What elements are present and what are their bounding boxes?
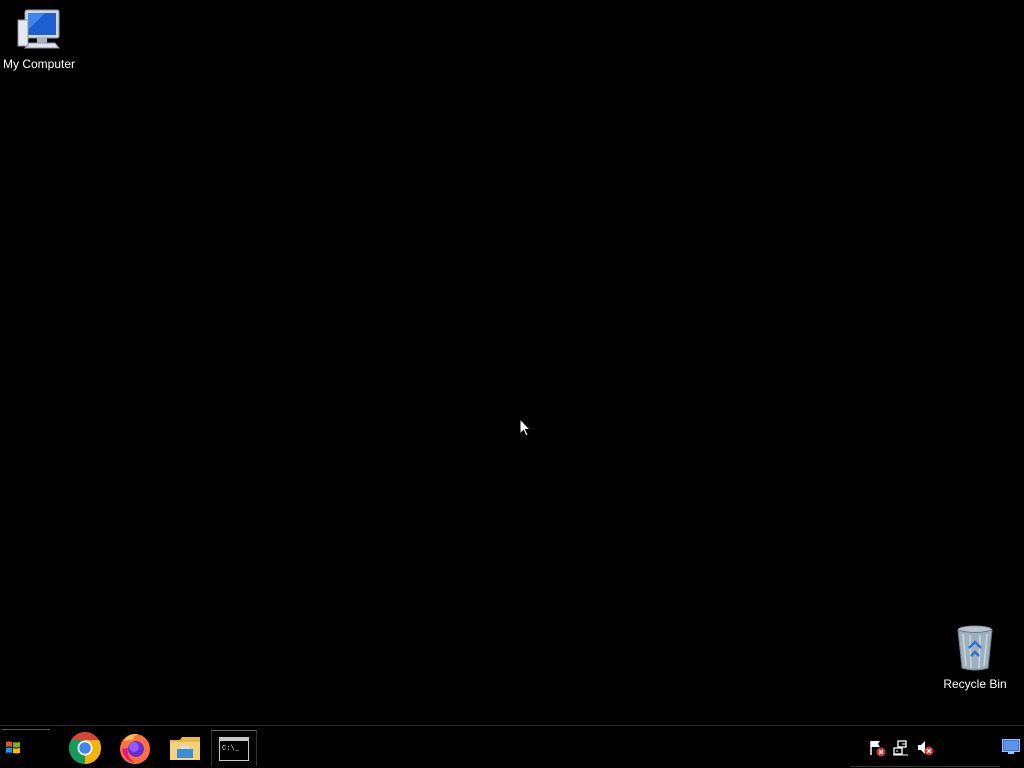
tray-divider (850, 766, 1000, 767)
taskbar: C:\_ (0, 725, 1024, 768)
system-tray (868, 736, 934, 760)
taskbar-chrome-button[interactable] (65, 730, 105, 766)
network-icon[interactable] (892, 739, 910, 757)
file-explorer-icon (170, 737, 200, 760)
taskbar-file-explorer-button[interactable] (165, 730, 205, 766)
desktop-icon-recycle-bin[interactable]: Recycle Bin (933, 624, 1017, 691)
my-computer-icon (17, 9, 61, 49)
mouse-pointer-icon (519, 418, 531, 437)
show-desktop-icon[interactable] (1002, 739, 1020, 755)
firefox-icon (120, 733, 150, 764)
start-button[interactable] (2, 729, 50, 765)
taskbar-firefox-button[interactable] (115, 730, 155, 766)
volume-muted-icon[interactable] (916, 739, 934, 757)
recycle-bin-icon (957, 625, 993, 671)
action-center-flag-icon[interactable] (868, 739, 886, 757)
windows-logo-icon (6, 741, 20, 754)
taskbar-command-prompt-button[interactable]: C:\_ (211, 730, 257, 766)
desktop-icon-label: My Computer (2, 57, 76, 71)
desktop-icon-my-computer[interactable]: My Computer (0, 8, 81, 71)
command-prompt-glyph: C:\_ (222, 745, 240, 753)
chrome-icon (68, 732, 102, 765)
desktop[interactable]: My Computer Recycle Bin (0, 0, 1024, 725)
desktop-icon-label: Recycle Bin (943, 677, 1007, 691)
command-prompt-icon: C:\_ (219, 736, 249, 761)
